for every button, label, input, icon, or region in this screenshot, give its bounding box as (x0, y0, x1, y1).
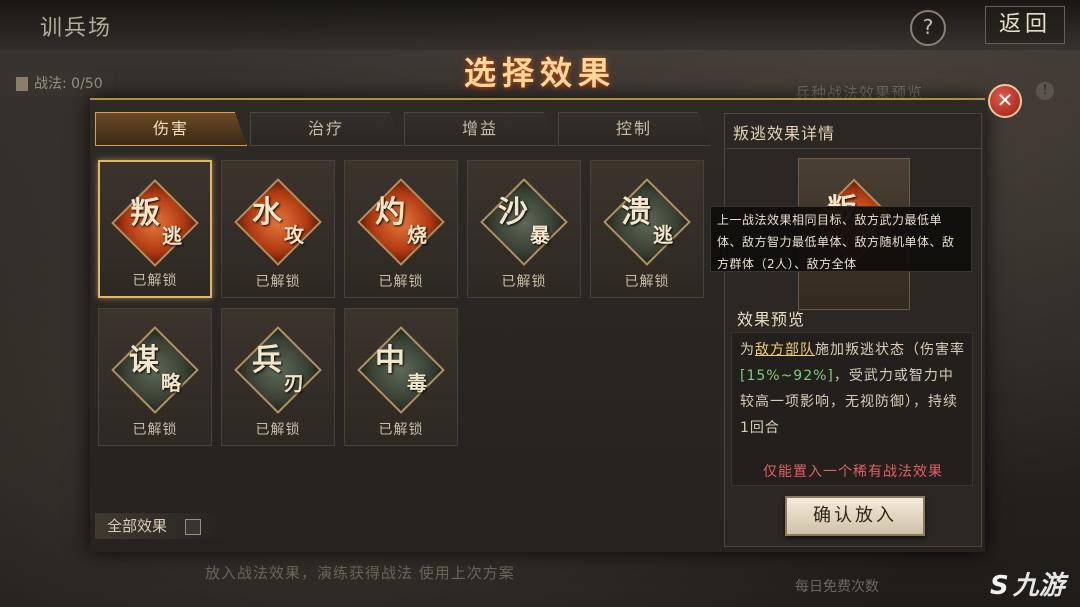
watermark-text: 九游 (1012, 571, 1065, 601)
card-2-char2: 烧 (407, 223, 427, 247)
watermark: S 九游 (990, 565, 1065, 602)
card-3-char2: 暴 (530, 223, 550, 247)
target-tooltip: 上一战法效果相同目标、敌方武力最低单体、敌方智力最低单体、敌方随机单体、敌方群体… (710, 206, 972, 272)
rare-warning: 仅能置入一个稀有战法效果 (763, 464, 943, 480)
card-4-char2: 逃 (653, 223, 673, 247)
effect-card-2[interactable]: 灼 烧 已解锁 (344, 160, 458, 298)
effect-card-7[interactable]: 中 毒 已解锁 (344, 308, 458, 446)
back-button[interactable]: 返回 (985, 6, 1065, 44)
card-6-char1: 兵 (252, 343, 282, 378)
effect-detail-panel: 叛逃效果详情 叛 逃 效果预览 为敌方部队施加叛逃状态（伤害率[15%~92%]… (724, 113, 982, 547)
close-button[interactable]: ✕ (988, 84, 1022, 118)
background-bottom-hint: 放入战法效果，演练获得战法 使用上次方案 (205, 564, 515, 582)
card-7-char1: 中 (375, 343, 405, 378)
card-6-status: 已解锁 (255, 422, 301, 438)
preview-label: 效果预览 (737, 310, 806, 329)
tab-healing[interactable]: 治疗 (250, 112, 402, 146)
effect-card-6[interactable]: 兵 刃 已解锁 (221, 308, 335, 446)
help-button[interactable]: ? (910, 10, 946, 46)
all-effects-label: 全部效果 (95, 513, 227, 539)
card-5-char2: 略 (161, 371, 181, 395)
card-0-status: 已解锁 (132, 273, 178, 289)
detail-title: 叛逃效果详情 (733, 124, 836, 143)
card-4-status: 已解锁 (624, 274, 670, 290)
tab-buff[interactable]: 增益 (404, 112, 556, 146)
preview-rate: [15%~92%] (740, 368, 834, 384)
card-1-char1: 水 (252, 195, 282, 230)
detail-divider (725, 148, 981, 149)
card-5-char1: 谋 (129, 343, 159, 378)
preview-text-2: 施加叛逃状态（伤害率 (815, 342, 965, 358)
battle-count: 战法: 0/50 (8, 72, 113, 96)
effect-card-5[interactable]: 谋 略 已解锁 (98, 308, 212, 446)
modal-title: 选择效果 (463, 54, 616, 92)
effect-card-0[interactable]: 叛 逃 已解锁 (98, 160, 212, 298)
card-3-status: 已解锁 (501, 274, 547, 290)
watermark-mark: S (990, 571, 1009, 601)
card-6-char2: 刃 (284, 371, 304, 395)
preview-target: 敌方部队 (755, 342, 815, 358)
card-2-status: 已解锁 (378, 274, 424, 290)
card-1-status: 已解锁 (255, 274, 301, 290)
preview-text-1: 为 (740, 342, 755, 358)
card-4-char1: 溃 (621, 195, 651, 230)
effect-card-1[interactable]: 水 攻 已解锁 (221, 160, 335, 298)
card-5-status: 已解锁 (132, 422, 178, 438)
preview-box: 为敌方部队施加叛逃状态（伤害率[15%~92%]，受武力或智力中较高一项影响，无… (731, 332, 973, 486)
card-0-char2: 逃 (162, 224, 182, 248)
page-title: 训兵场 (40, 16, 113, 41)
confirm-button[interactable]: 确认放入 (785, 496, 925, 536)
background-free-count: 每日免费次数 (795, 579, 879, 595)
card-0-char1: 叛 (130, 196, 160, 231)
top-bar: 训兵场 ? 返回 (0, 0, 1080, 50)
preview-text: 为敌方部队施加叛逃状态（伤害率[15%~92%]，受武力或智力中较高一项影响，无… (740, 337, 966, 441)
effect-card-3[interactable]: 沙 暴 已解锁 (467, 160, 581, 298)
card-3-char1: 沙 (498, 195, 528, 230)
all-effects-checkbox[interactable] (185, 519, 201, 535)
effect-card-4[interactable]: 溃 逃 已解锁 (590, 160, 704, 298)
info-icon[interactable]: ! (1036, 82, 1054, 100)
tab-control[interactable]: 控制 (558, 112, 710, 146)
tab-damage[interactable]: 伤害 (95, 112, 247, 146)
card-2-char1: 灼 (375, 195, 405, 230)
card-1-char2: 攻 (284, 223, 304, 247)
card-7-status: 已解锁 (378, 422, 424, 438)
card-7-char2: 毒 (407, 371, 427, 395)
